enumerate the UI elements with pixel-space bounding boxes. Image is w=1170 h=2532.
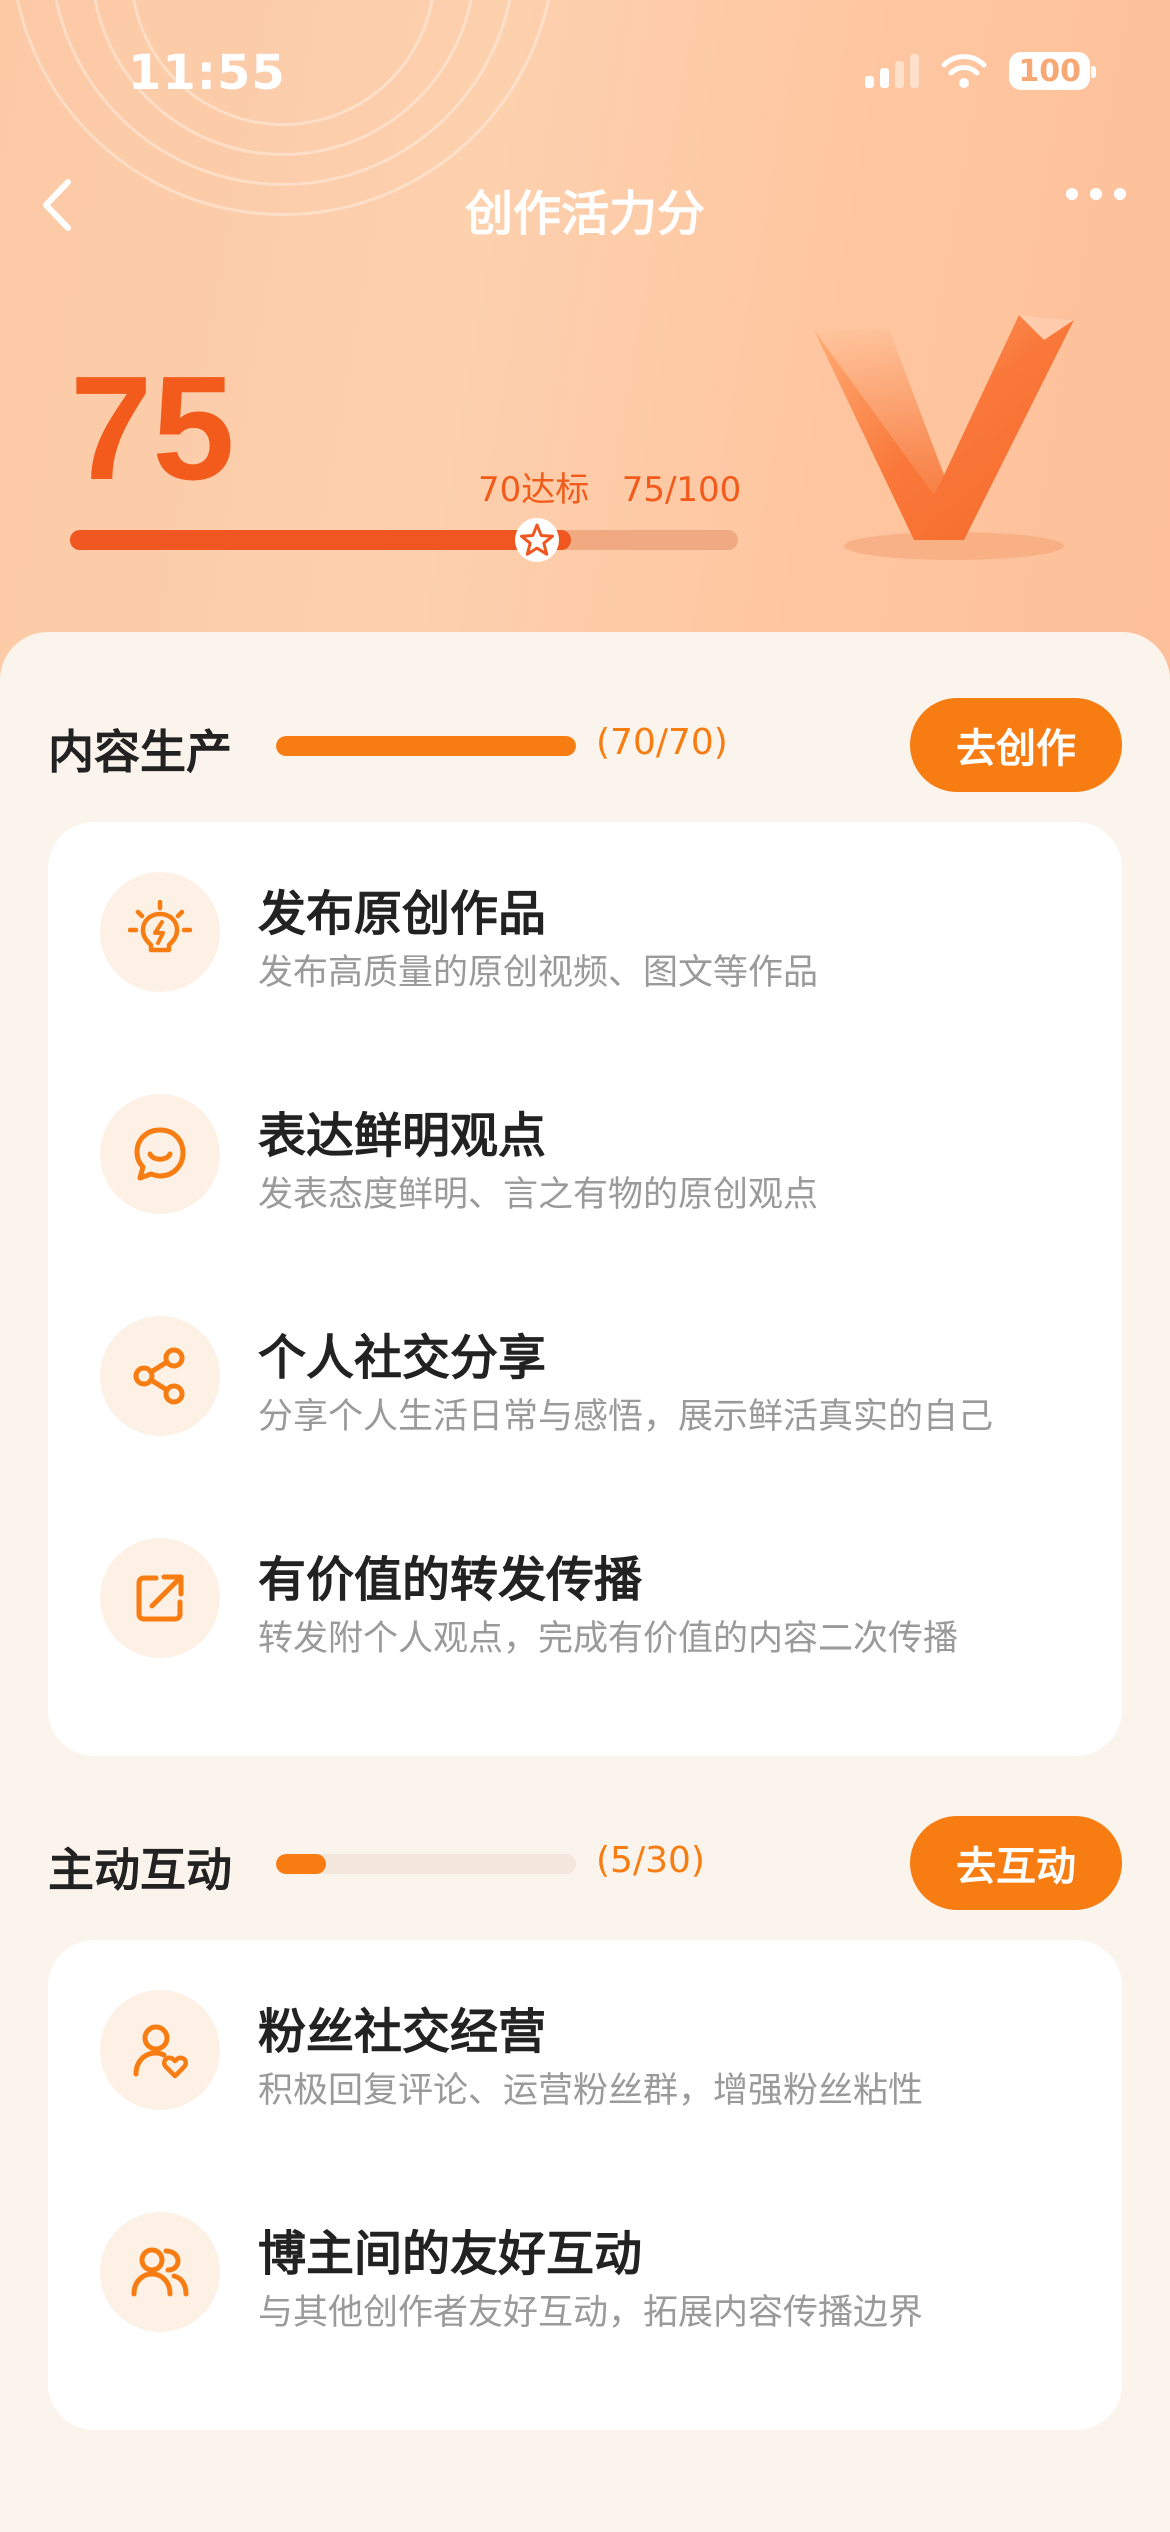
score-ratio: 75/100 xyxy=(621,470,742,510)
item-title: 博主间的友好互动 xyxy=(258,2226,643,2282)
header-banner: 11:55 100 创作活力分 75 70达标 75/100 xyxy=(0,0,1170,700)
section-title: 内容生产 xyxy=(48,725,232,779)
more-dot-icon xyxy=(1066,188,1078,200)
section-active-interaction: 主动互动 (5/30) 去互动 xyxy=(48,1816,1122,1910)
page-title: 创作活力分 xyxy=(464,186,705,242)
score-threshold: 70达标 xyxy=(478,470,590,510)
active-interaction-card: 粉丝社交经营 积极回复评论、运营粉丝群，增强粉丝粘性 博主间的友好互动 与其他创… xyxy=(48,1940,1122,2430)
item-title: 发布原创作品 xyxy=(258,886,547,942)
section-progress-bar xyxy=(276,736,576,756)
list-item[interactable]: 粉丝社交经营 积极回复评论、运营粉丝群，增强粉丝粘性 xyxy=(48,1940,1122,2162)
item-desc: 发布高质量的原创视频、图文等作品 xyxy=(258,953,819,993)
score-meta: 70达标 75/100 xyxy=(478,462,741,511)
v-badge-icon xyxy=(814,315,1074,560)
status-icons: 100 xyxy=(865,52,1096,90)
list-item[interactable]: 个人社交分享 分享个人生活日常与感悟，展示鲜活真实的自己 xyxy=(48,1266,1122,1488)
score-progress-fill xyxy=(70,530,571,550)
list-item[interactable]: 有价值的转发传播 转发附个人观点，完成有价值的内容二次传播 xyxy=(48,1488,1122,1710)
go-interact-button[interactable]: 去互动 xyxy=(910,1816,1122,1910)
item-title: 有价值的转发传播 xyxy=(258,1552,643,1608)
section-count: (70/70) xyxy=(596,722,728,763)
section-content-production: 内容生产 (70/70) 去创作 xyxy=(48,698,1122,792)
lightbulb-icon xyxy=(100,872,220,992)
user-heart-icon xyxy=(100,1990,220,2110)
list-item[interactable]: 发布原创作品 发布高质量的原创视频、图文等作品 xyxy=(48,822,1122,1044)
signal-icon xyxy=(865,54,920,88)
go-create-button[interactable]: 去创作 xyxy=(910,698,1122,792)
wifi-icon xyxy=(941,54,987,88)
score-value: 75 xyxy=(70,346,235,511)
item-desc: 转发附个人观点，完成有价值的内容二次传播 xyxy=(258,1619,959,1659)
star-icon xyxy=(515,518,559,562)
section-title: 主动互动 xyxy=(48,1843,232,1897)
forward-icon xyxy=(100,1538,220,1658)
battery-icon: 100 xyxy=(1009,52,1096,90)
status-time: 11:55 xyxy=(128,45,286,101)
more-dot-icon xyxy=(1114,188,1126,200)
item-desc: 发表态度鲜明、言之有物的原创观点 xyxy=(258,1175,819,1215)
section-progress-fill xyxy=(276,1854,326,1874)
item-title: 表达鲜明观点 xyxy=(258,1108,547,1164)
section-progress-bar xyxy=(276,1854,576,1874)
list-item[interactable]: 博主间的友好互动 与其他创作者友好互动，拓展内容传播边界 xyxy=(48,2162,1122,2384)
content-production-card: 发布原创作品 发布高质量的原创视频、图文等作品 表达鲜明观点 发表态度鲜明、言之… xyxy=(48,822,1122,1756)
list-item[interactable]: 表达鲜明观点 发表态度鲜明、言之有物的原创观点 xyxy=(48,1044,1122,1266)
item-desc: 分享个人生活日常与感悟，展示鲜活真实的自己 xyxy=(258,1397,994,1437)
item-title: 粉丝社交经营 xyxy=(258,2004,547,2060)
item-title: 个人社交分享 xyxy=(258,1330,547,1386)
more-button[interactable] xyxy=(1066,188,1126,200)
section-progress-fill xyxy=(276,736,576,756)
chat-smile-icon xyxy=(100,1094,220,1214)
score-progress-bar xyxy=(70,518,738,562)
share-icon xyxy=(100,1316,220,1436)
users-icon xyxy=(100,2212,220,2332)
item-desc: 与其他创作者友好互动，拓展内容传播边界 xyxy=(258,2293,924,2333)
section-count: (5/30) xyxy=(596,1840,705,1881)
item-desc: 积极回复评论、运营粉丝群，增强粉丝粘性 xyxy=(258,2071,924,2111)
more-dot-icon xyxy=(1090,188,1102,200)
